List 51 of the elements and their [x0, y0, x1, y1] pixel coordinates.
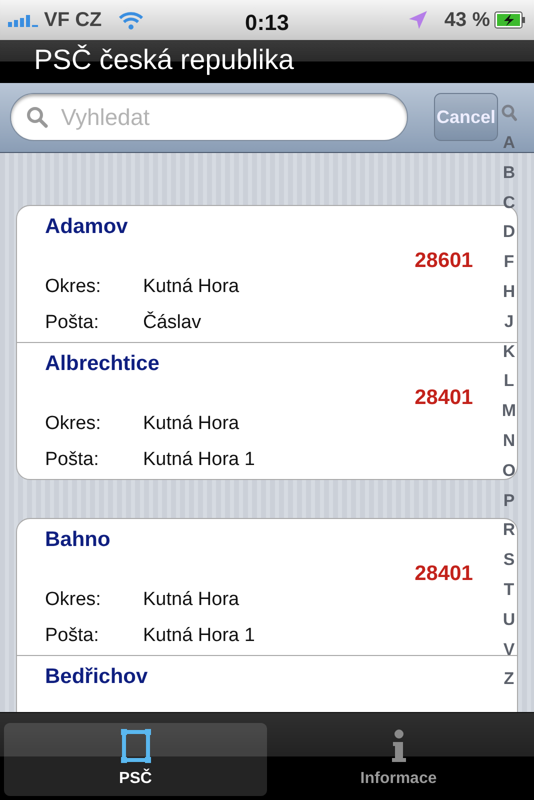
battery-charging-icon [494, 11, 526, 29]
field-label: Pošta: [45, 624, 100, 648]
clock-time: 0:13 [244, 9, 290, 37]
field-value: Kutná Hora 1 [143, 624, 255, 648]
index-letter[interactable]: L [504, 366, 514, 396]
postal-code: 28401 [414, 385, 473, 411]
battery-percentage: 43 % [444, 8, 490, 33]
field-value: Čáslav [143, 310, 202, 335]
wifi-icon [118, 10, 144, 30]
index-letter[interactable]: S [503, 545, 515, 575]
field-value: Kutná Hora [143, 275, 240, 299]
search-index-icon[interactable] [501, 104, 517, 122]
field-value: Kutná Hora [143, 412, 240, 436]
index-letter[interactable]: K [502, 336, 516, 366]
search-icon [26, 106, 48, 128]
carrier-name: VF CZ [44, 8, 102, 33]
index-letter[interactable]: N [502, 426, 516, 456]
index-letter[interactable]: B [502, 158, 516, 188]
field-value: Kutná Hora 1 [143, 448, 255, 472]
tab[interactable]: PSČ [4, 723, 267, 796]
field-value: Kutná Hora [143, 588, 240, 612]
postal-code: 28401 [414, 561, 473, 587]
search-field[interactable]: Vyhledat [10, 93, 408, 141]
field-label: Okres: [45, 275, 102, 299]
index-letter[interactable]: Z [504, 664, 514, 694]
navigation-title: PSČ česká republika [34, 44, 294, 75]
field-label: Pošta: [45, 448, 100, 472]
index-letter[interactable]: H [502, 276, 516, 307]
index-letter[interactable]: M [502, 396, 516, 426]
index-letter[interactable]: J [504, 306, 514, 337]
field-label: Okres: [45, 588, 102, 612]
index-letter[interactable]: U [502, 604, 516, 635]
tab[interactable]: Informace [267, 723, 530, 796]
place-name: Bahno [45, 527, 112, 553]
index-letter[interactable]: P [503, 486, 515, 516]
signal-icon [8, 13, 40, 27]
frame-icon [120, 729, 150, 763]
field-label: Okres: [45, 412, 102, 436]
place-name: Adamov [45, 214, 129, 240]
place-name: Albrechtice [45, 351, 160, 377]
index-letter[interactable]: V [503, 634, 515, 664]
index-letter[interactable]: T [504, 574, 514, 605]
postal-code: 28601 [414, 248, 473, 274]
field-label: Pošta: [45, 311, 100, 335]
index-letter[interactable]: O [502, 456, 516, 486]
index-letter[interactable]: C [502, 188, 516, 218]
index-letter[interactable]: R [502, 515, 516, 546]
location-arrow-icon [408, 10, 428, 30]
place-name: Bedřichov [45, 664, 149, 690]
index-letter[interactable]: F [504, 247, 514, 277]
index-letter[interactable]: D [502, 217, 516, 248]
